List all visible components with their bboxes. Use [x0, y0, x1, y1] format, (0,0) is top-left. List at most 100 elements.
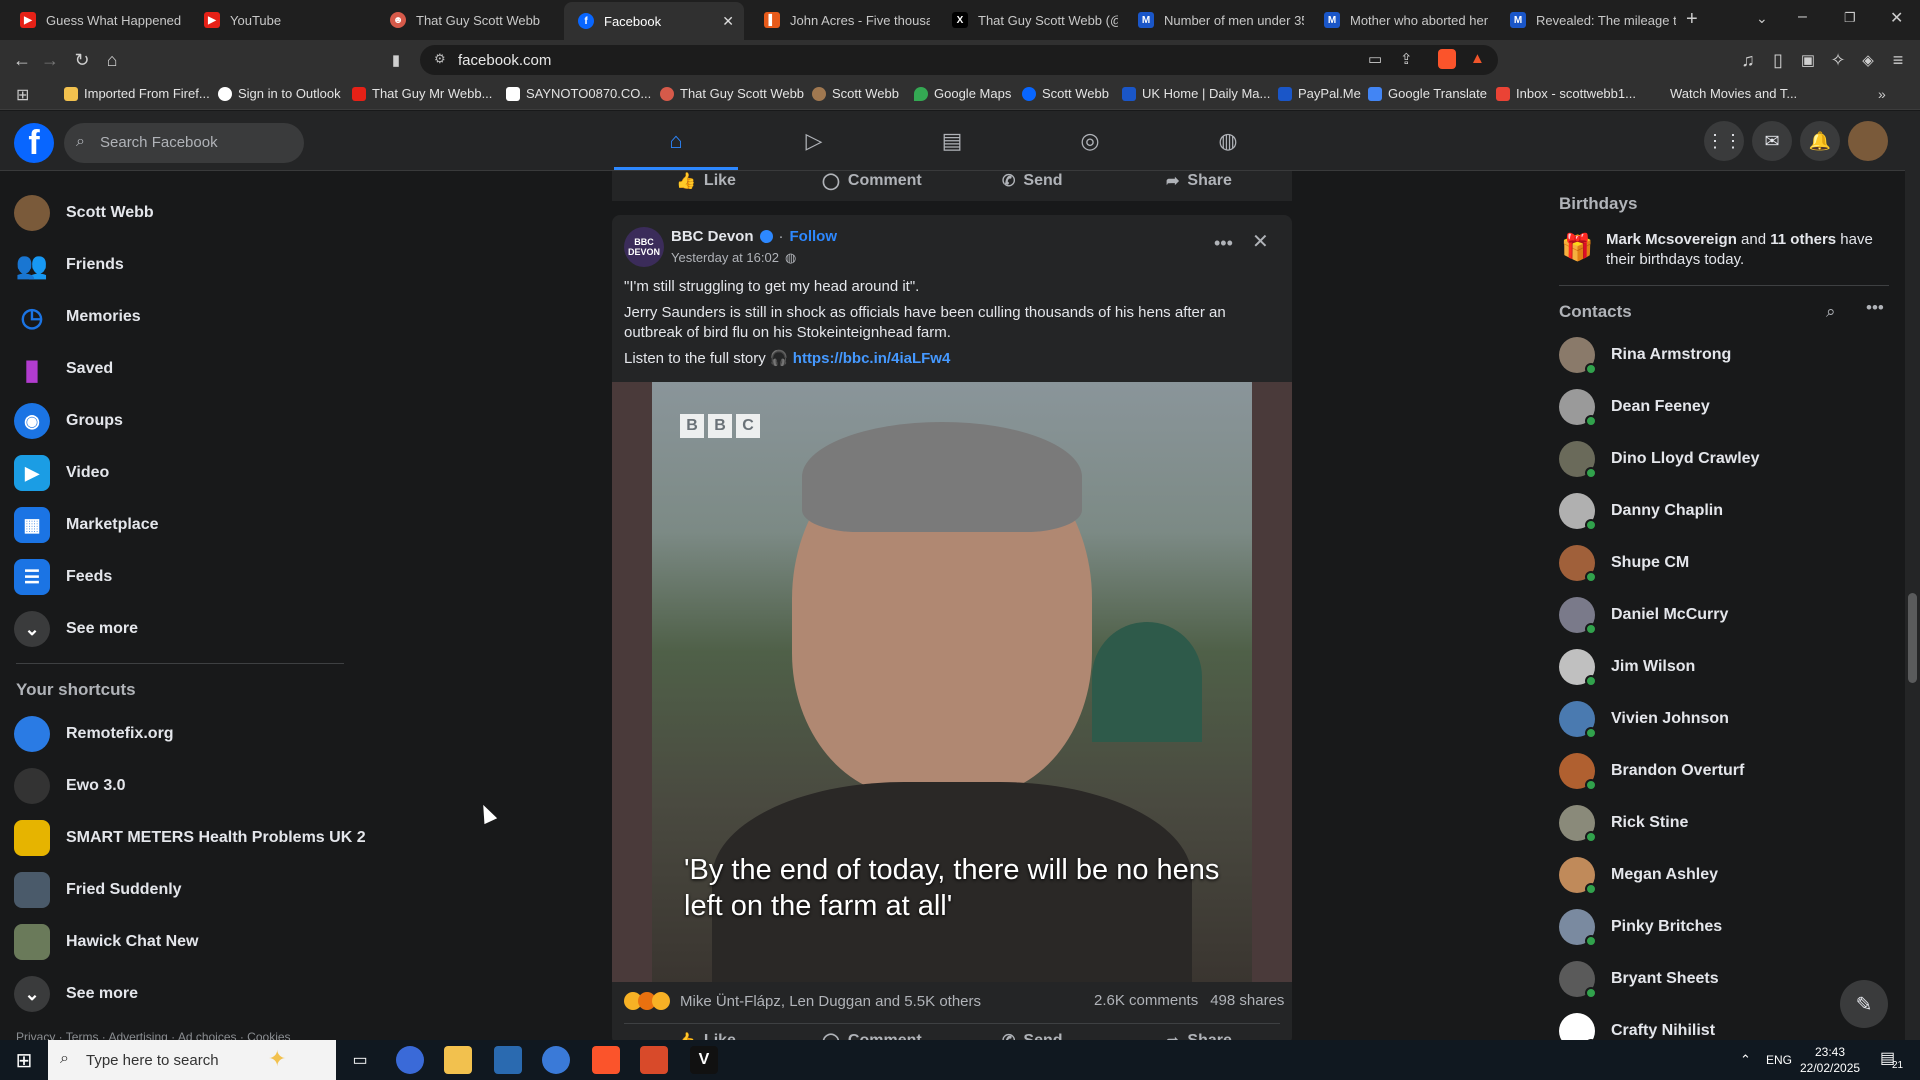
more-options-icon[interactable]: ••• [1866, 298, 1884, 318]
tab-x-twitter[interactable]: X That Guy Scott Webb (@ [938, 0, 1118, 40]
sidebar-item-friends[interactable]: 👥 Friends [14, 247, 124, 283]
wallet-icon[interactable]: ▣ [1796, 48, 1820, 72]
reload-icon[interactable]: ↻ [70, 48, 94, 72]
shares-count[interactable]: 498 shares [1210, 992, 1284, 1009]
cast-icon[interactable]: ▭ [1368, 50, 1382, 68]
sidebar-item-marketplace[interactable]: ▦ Marketplace [14, 507, 159, 543]
video-player[interactable]: B B C 'By the end of today, there will b… [612, 382, 1292, 982]
share-button[interactable]: ➦ Share [1166, 171, 1232, 191]
sidebar-item-memories[interactable]: ◷ Memories [14, 299, 141, 335]
tab-john-acres[interactable]: ▌ John Acres - Five thousan [750, 0, 930, 40]
brave-browser-icon[interactable] [592, 1046, 620, 1074]
tab-mother-who-aborted[interactable]: M Mother who aborted her [1310, 0, 1490, 40]
leo-ai-icon[interactable]: ✧ [1826, 48, 1850, 72]
contact-item[interactable]: Vivien Johnson [1559, 701, 1729, 739]
media-player-icon[interactable] [640, 1046, 668, 1074]
back-arrow-icon[interactable]: ← [10, 48, 34, 72]
bookmark-item[interactable]: Google Translate [1368, 86, 1487, 101]
comments-count[interactable]: 2.6K comments [1094, 992, 1198, 1009]
sidebar-item-groups[interactable]: ◉ Groups [14, 403, 123, 439]
more-options-icon[interactable]: ••• [1214, 233, 1233, 254]
sidebar-icon[interactable]: ▯ [1766, 48, 1790, 72]
bookmark-item[interactable]: Sign in to Outlook [218, 86, 341, 101]
sidebar-item-feeds[interactable]: ☰ Feeds [14, 559, 112, 595]
sidebar-item-video[interactable]: ▶ Video [14, 455, 109, 491]
contact-item[interactable]: Rick Stine [1559, 805, 1688, 843]
shortcut-ewo[interactable]: Ewo 3.0 [14, 768, 126, 804]
contact-item[interactable]: Dean Feeney [1559, 389, 1710, 427]
new-message-compose-icon[interactable]: ✎ [1840, 980, 1888, 1028]
bookmark-item[interactable]: Scott Webb [1022, 86, 1109, 101]
post-author-name[interactable]: BBC Devon [671, 228, 754, 245]
watch-video-icon[interactable]: ▷ [794, 125, 834, 157]
follow-button[interactable]: Follow [790, 228, 838, 245]
page-scrollbar[interactable] [1905, 111, 1920, 1040]
contact-item[interactable]: Daniel McCurry [1559, 597, 1728, 635]
contact-item[interactable]: Megan Ashley [1559, 857, 1718, 895]
contact-item[interactable]: Bryant Sheets [1559, 961, 1719, 999]
close-window-button[interactable]: ✕ [1890, 8, 1903, 28]
hide-post-close-icon[interactable]: ✕ [1252, 229, 1269, 254]
menu-grid-icon[interactable]: ⋮⋮ [1704, 121, 1744, 161]
contact-item[interactable]: Brandon Overturf [1559, 753, 1744, 791]
bookmark-item[interactable]: Inbox - scottwebb1... [1496, 86, 1636, 101]
shortcut-fried-suddenly[interactable]: Fried Suddenly [14, 872, 182, 908]
windows-start-icon[interactable]: ⊞ [10, 1046, 38, 1074]
shortcut-remotefix[interactable]: Remotefix.org [14, 716, 174, 752]
brave-rewards-icon[interactable]: ▲ [1470, 50, 1485, 67]
bookmark-item[interactable]: UK Home | Daily Ma... [1122, 86, 1270, 101]
post-timestamp[interactable]: Yesterday at 16:02 [671, 250, 779, 266]
clock[interactable]: 23:43 22/02/2025 [1800, 1044, 1860, 1076]
address-bar[interactable]: ⚙ facebook.com ▭ ⇪ ▲ [420, 45, 1498, 75]
sidebar-item-saved[interactable]: ▮ Saved [14, 351, 113, 387]
forward-arrow-icon[interactable]: → [38, 48, 62, 72]
tab-list-chevron-icon[interactable]: ⌄ [1756, 10, 1768, 27]
account-avatar[interactable] [1848, 121, 1888, 161]
shortcut-hawick-chat[interactable]: Hawick Chat New [14, 924, 198, 960]
restore-button[interactable]: ❐ [1844, 10, 1856, 26]
contact-item[interactable]: Jim Wilson [1559, 649, 1695, 687]
bookmark-item[interactable]: Imported From Firef... [64, 86, 210, 101]
sidebar-item-profile[interactable]: Scott Webb [14, 195, 154, 231]
bookmark-item[interactable]: That Guy Scott Webb [660, 86, 804, 101]
file-explorer-icon[interactable] [444, 1046, 472, 1074]
bookmark-item[interactable]: Google Maps [914, 86, 1011, 101]
groups-icon[interactable]: ◎ [1070, 125, 1110, 157]
brave-shields-icon[interactable] [1438, 49, 1456, 69]
notifications-bell-icon[interactable]: 🔔 [1800, 121, 1840, 161]
apps-grid-icon[interactable]: ⊞ [16, 85, 29, 105]
vivaldi-icon[interactable]: V [690, 1046, 718, 1074]
taskbar-search-input[interactable]: ⌕ Type here to search ✦ [48, 1040, 336, 1080]
facebook-logo-icon[interactable]: f [14, 123, 54, 163]
home-icon[interactable]: ⌂ [100, 48, 124, 72]
see-more-button[interactable]: ⌄ See more [14, 611, 138, 647]
app-icon[interactable] [542, 1046, 570, 1074]
bookmark-item[interactable]: That Guy Mr Webb... [352, 86, 492, 101]
facebook-search-input[interactable]: ⌕ Search Facebook [64, 123, 304, 163]
bookmark-item[interactable]: PayPal.Me [1278, 86, 1361, 101]
vpn-icon[interactable]: ◈ [1856, 48, 1880, 72]
gaming-icon[interactable]: ◍ [1208, 125, 1248, 157]
messenger-icon[interactable]: ✉ [1752, 121, 1792, 161]
tab-revealed-mileage[interactable]: M Revealed: The mileage th [1496, 0, 1676, 40]
menu-icon[interactable]: ≡ [1886, 48, 1910, 72]
share-icon[interactable]: ⇪ [1400, 50, 1413, 68]
contact-item[interactable]: Shupe CM [1559, 545, 1689, 583]
bookmark-icon[interactable]: ▮ [384, 48, 408, 72]
like-button[interactable]: 👍 Like [676, 171, 736, 191]
marketplace-icon[interactable]: ▤ [932, 125, 972, 157]
copilot-icon[interactable] [396, 1046, 424, 1074]
send-button[interactable]: ✆ Send [1002, 171, 1063, 191]
tray-chevron-icon[interactable]: ⌃ [1740, 1052, 1751, 1068]
task-view-icon[interactable]: ▭ [346, 1046, 374, 1074]
bookmark-item[interactable]: SAYNOTO0870.CO... [506, 86, 651, 101]
new-tab-button[interactable]: + [1686, 8, 1698, 31]
bookmark-item[interactable]: Watch Movies and T... [1670, 86, 1797, 101]
contact-item[interactable]: Dino Lloyd Crawley [1559, 441, 1759, 479]
more-bookmarks-chevron-icon[interactable]: » [1878, 86, 1886, 102]
tab-number-of-men[interactable]: M Number of men under 35 [1124, 0, 1304, 40]
post-author-avatar[interactable]: BBC DEVON [624, 227, 664, 267]
store-icon[interactable] [494, 1046, 522, 1074]
tab-that-guy-scott-webb[interactable]: ☻ That Guy Scott Webb [376, 0, 556, 40]
home-icon[interactable]: ⌂ [656, 125, 696, 157]
